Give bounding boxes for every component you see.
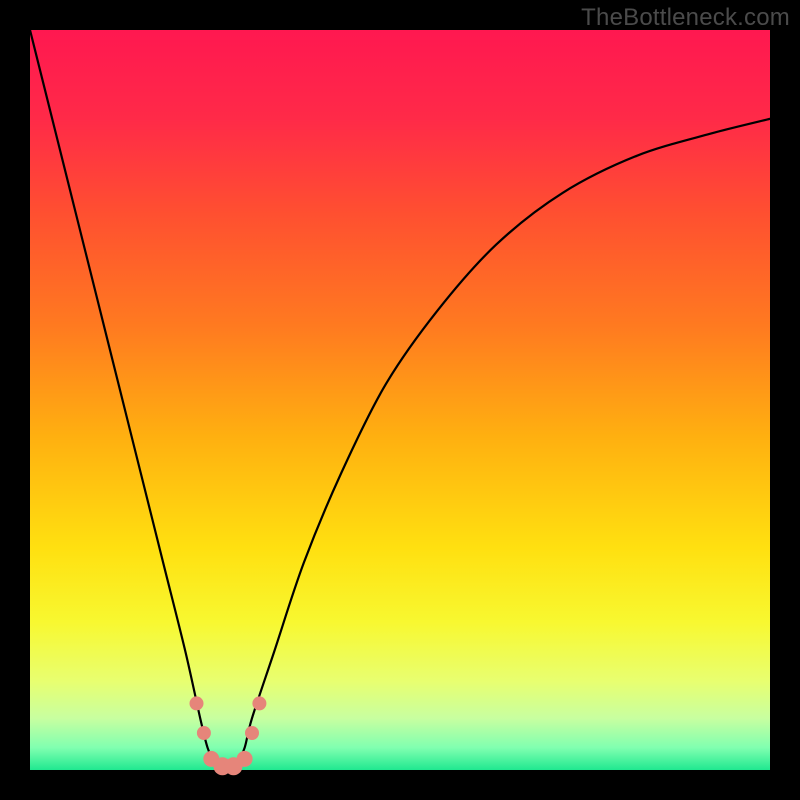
- curve-marker: [237, 751, 253, 767]
- curve-marker: [197, 726, 211, 740]
- curve-marker: [245, 726, 259, 740]
- plot-background: [30, 30, 770, 770]
- curve-marker: [252, 696, 266, 710]
- bottleneck-chart: [0, 0, 800, 800]
- chart-frame: TheBottleneck.com: [0, 0, 800, 800]
- curve-marker: [190, 696, 204, 710]
